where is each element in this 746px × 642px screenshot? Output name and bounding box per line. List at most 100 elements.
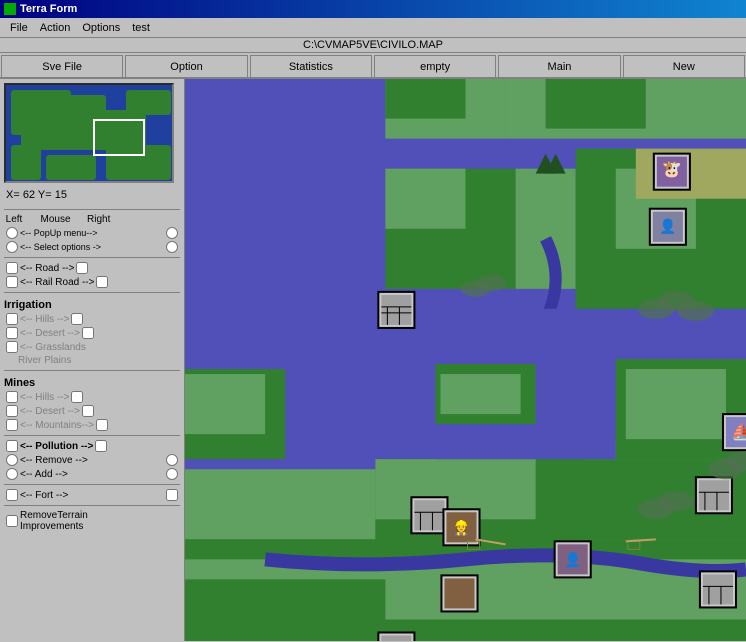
svg-text:🐮: 🐮 — [662, 161, 682, 179]
right-label: Right — [87, 214, 107, 225]
road-label: <-- Road --> — [20, 263, 74, 274]
irrigation-desert-row: <-- Desert --> — [4, 327, 180, 339]
title-text: Terra Form — [20, 3, 77, 15]
left-label: Left — [4, 214, 24, 225]
divider-2 — [4, 257, 180, 258]
pollution-header-row: <-- Pollution --> — [4, 440, 180, 452]
remove-terrain-sublabel: Improvements — [20, 521, 88, 532]
select-left-radio[interactable] — [6, 241, 18, 253]
pollution-add-label: <-- Add --> — [20, 469, 164, 480]
tab-empty[interactable]: empty — [374, 55, 496, 77]
select-row: <-- Select options -> — [4, 241, 180, 253]
menu-options[interactable]: Options — [76, 20, 126, 36]
pollution-add-right[interactable] — [166, 468, 178, 480]
railroad-right-checkbox[interactable] — [96, 276, 108, 288]
mines-title: Mines — [4, 377, 180, 389]
tab-bar: Sve File Option Statistics empty Main Ne… — [0, 53, 746, 79]
irr-hills-right[interactable] — [71, 313, 83, 325]
tab-statistics[interactable]: Statistics — [250, 55, 372, 77]
railroad-row: <-- Rail Road --> — [4, 276, 180, 288]
irrigation-grass-row: <-- Grasslands — [4, 341, 180, 353]
irr-grass-checkbox[interactable] — [6, 341, 18, 353]
mines-desert-checkbox[interactable] — [6, 405, 18, 417]
divider-1 — [4, 209, 180, 210]
coordinates: X= 62 Y= 15 — [4, 187, 180, 203]
road-row: <-- Road --> — [4, 262, 180, 274]
pollution-remove-left[interactable] — [6, 454, 18, 466]
popup-left-radio[interactable] — [6, 227, 18, 239]
remove-terrain-checkbox[interactable] — [6, 515, 18, 527]
menu-bar: File Action Options test — [0, 18, 746, 38]
irrigation-title: Irrigation — [4, 299, 180, 311]
pollution-checkbox[interactable] — [6, 440, 18, 452]
divider-7 — [4, 505, 180, 506]
mines-mountains-right[interactable] — [96, 419, 108, 431]
popup-row: <-- PopUp menu--> — [4, 227, 180, 239]
pollution-add-row: <-- Add --> — [4, 468, 180, 480]
mines-mountains-row: <-- Mountains--> — [4, 419, 180, 431]
popup-label: <-- PopUp menu--> — [20, 228, 164, 238]
irr-plains-label: River Plains — [18, 355, 71, 366]
select-label: <-- Select options -> — [20, 242, 164, 252]
svg-text:⛵: ⛵ — [731, 422, 746, 441]
svg-text:👤: 👤 — [564, 551, 581, 568]
irrigation-plains-row: River Plains — [4, 355, 180, 366]
popup-right-radio[interactable] — [166, 227, 178, 239]
fort-row: <-- Fort --> — [4, 489, 180, 501]
divider-6 — [4, 484, 180, 485]
mines-desert-label: <-- Desert --> — [20, 406, 80, 417]
svg-text:👷: 👷 — [453, 519, 470, 536]
road-right-checkbox[interactable] — [76, 262, 88, 274]
divider-4 — [4, 370, 180, 371]
road-checkbox[interactable] — [6, 262, 18, 274]
remove-terrain-label: RemoveTerrain — [20, 510, 88, 521]
title-bar: Terra Form — [0, 0, 746, 18]
menu-file[interactable]: File — [4, 20, 34, 36]
irr-hills-label: <-- Hills --> — [20, 314, 69, 325]
mines-hills-label: <-- Hills --> — [20, 392, 69, 403]
mines-mountains-checkbox[interactable] — [6, 419, 18, 431]
irr-desert-label: <-- Desert --> — [20, 328, 80, 339]
fort-right[interactable] — [166, 489, 178, 501]
select-right-radio[interactable] — [166, 241, 178, 253]
irrigation-hills-row: <-- Hills --> — [4, 313, 180, 325]
file-path: C:\CVMAP5VE\CIVILO.MAP — [0, 38, 746, 53]
fort-checkbox[interactable] — [6, 489, 18, 501]
mines-mountains-label: <-- Mountains--> — [20, 420, 94, 431]
railroad-label: <-- Rail Road --> — [20, 277, 94, 288]
menu-test[interactable]: test — [126, 20, 156, 36]
left-panel: X= 62 Y= 15 Left Mouse Right <-- PopUp m… — [0, 79, 185, 641]
mouse-label: Mouse — [28, 214, 83, 225]
railroad-checkbox[interactable] — [6, 276, 18, 288]
menu-action[interactable]: Action — [34, 20, 77, 36]
pollution-remove-label: <-- Remove --> — [20, 455, 164, 466]
tab-main[interactable]: Main — [498, 55, 620, 77]
tab-sve-file[interactable]: Sve File — [1, 55, 123, 77]
irr-desert-right[interactable] — [82, 327, 94, 339]
minimap-svg — [6, 85, 174, 183]
irr-hills-checkbox[interactable] — [6, 313, 18, 325]
divider-3 — [4, 292, 180, 293]
pollution-title: <-- Pollution --> — [20, 441, 93, 452]
mines-hills-checkbox[interactable] — [6, 391, 18, 403]
pollution-remove-right[interactable] — [166, 454, 178, 466]
mouse-header-row: Left Mouse Right — [4, 214, 180, 225]
map-area[interactable]: 🐮 👤 ⛵ — [185, 79, 746, 641]
mines-desert-row: <-- Desert --> — [4, 405, 180, 417]
tab-new[interactable]: New — [623, 55, 745, 77]
map-svg: 🐮 👤 ⛵ — [185, 79, 746, 641]
fort-label: <-- Fort --> — [20, 490, 164, 501]
tab-option[interactable]: Option — [125, 55, 247, 77]
pollution-remove-row: <-- Remove --> — [4, 454, 180, 466]
pollution-add-left[interactable] — [6, 468, 18, 480]
irr-desert-checkbox[interactable] — [6, 327, 18, 339]
minimap[interactable] — [4, 83, 174, 183]
svg-text:👤: 👤 — [659, 218, 676, 235]
irr-grass-label: <-- Grasslands — [20, 342, 86, 353]
mines-hills-row: <-- Hills --> — [4, 391, 180, 403]
mines-desert-right[interactable] — [82, 405, 94, 417]
app-icon — [4, 3, 16, 15]
mines-hills-right[interactable] — [71, 391, 83, 403]
pollution-right[interactable] — [95, 440, 107, 452]
remove-terrain-row: RemoveTerrain Improvements — [4, 510, 180, 532]
